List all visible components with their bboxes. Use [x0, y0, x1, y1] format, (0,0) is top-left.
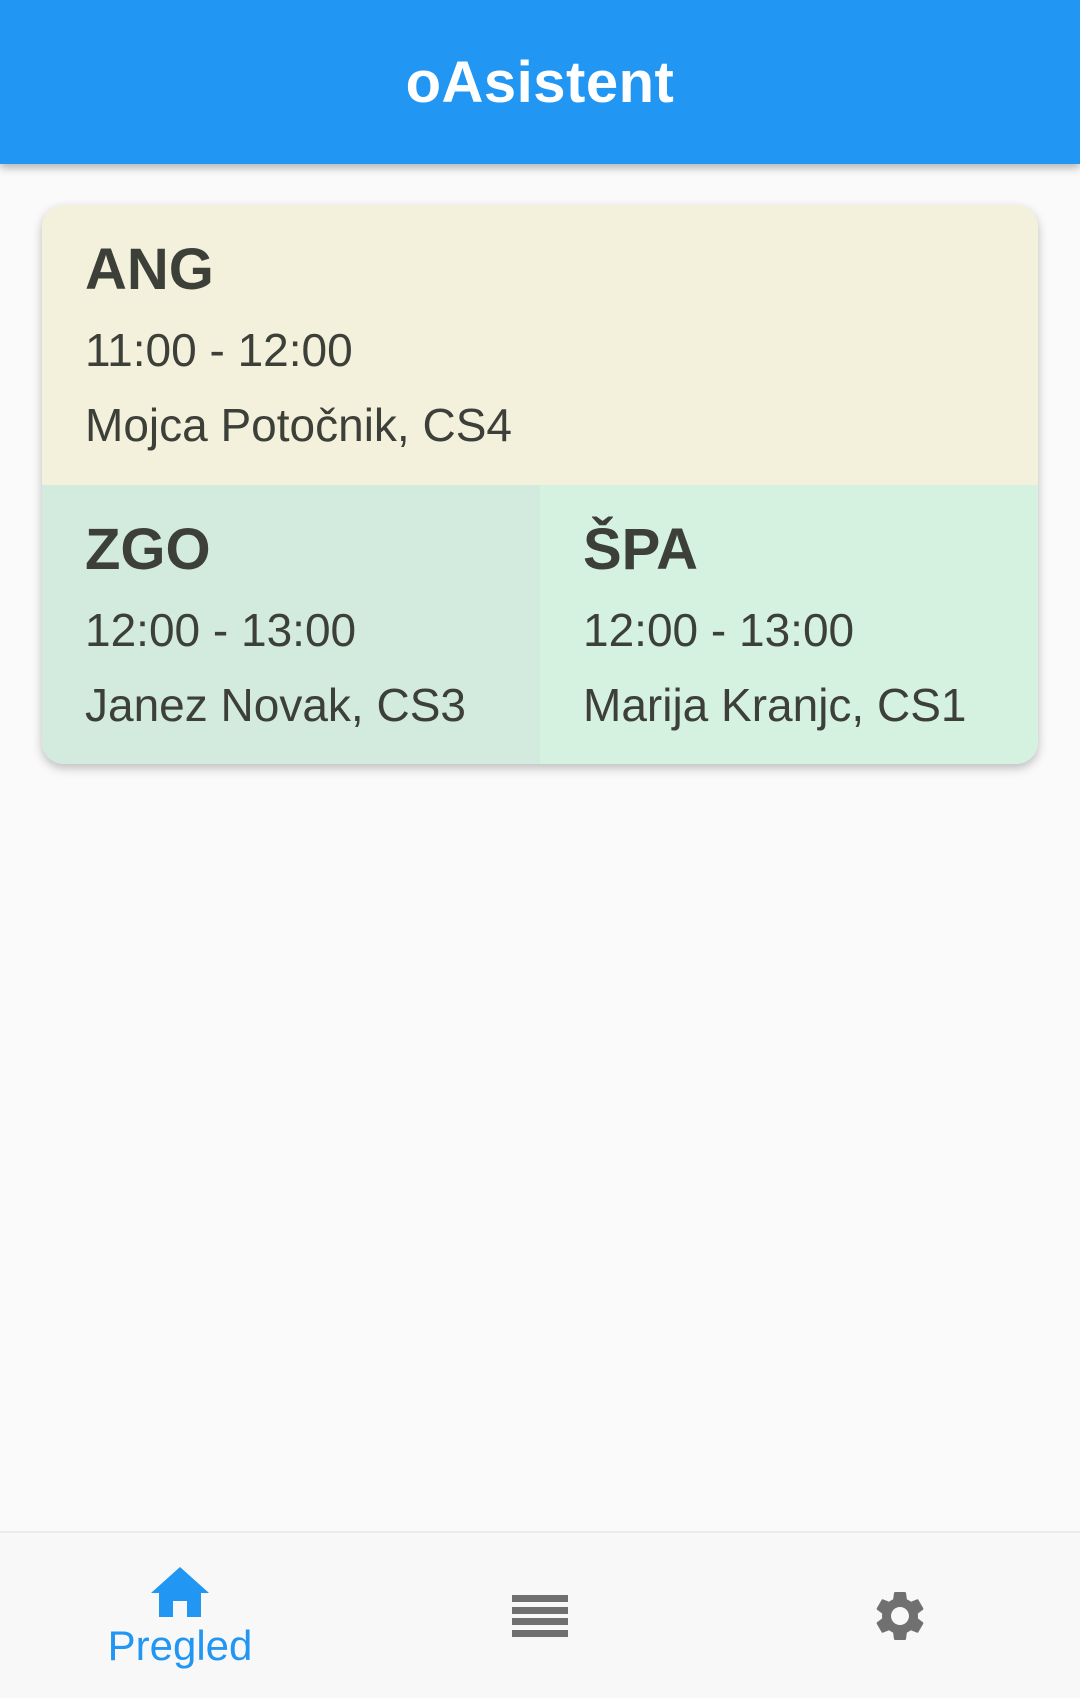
lesson-subject: ŠPA [583, 517, 698, 582]
home-icon [151, 1566, 209, 1617]
nav-item-list[interactable] [360, 1533, 720, 1698]
lesson-teacher-room: Mojca Potočnik, CS4 [85, 399, 512, 451]
lesson-time: 11:00 - 12:00 [85, 324, 353, 376]
lesson-teacher-room: Marija Kranjc, CS1 [583, 679, 967, 731]
bottom-navigation: Pregled [0, 1531, 1080, 1698]
lesson-card-ang[interactable]: ANG 11:00 - 12:00 Mojca Potočnik, CS4 [42, 205, 1038, 485]
lesson-subject: ZGO [85, 517, 211, 582]
nav-label-pregled: Pregled [107, 1621, 253, 1669]
lesson-time: 12:00 - 13:00 [85, 604, 357, 656]
nav-item-pregled[interactable]: Pregled [0, 1533, 360, 1698]
lesson-subject: ANG [85, 237, 214, 302]
gear-icon [876, 1591, 924, 1640]
lesson-card-zgo[interactable]: ZGO 12:00 - 13:00 Janez Novak, CS3 [42, 485, 540, 764]
timetable-card: ANG 11:00 - 12:00 Mojca Potočnik, CS4 ZG… [42, 205, 1038, 764]
list-icon [512, 1594, 568, 1637]
nav-item-settings[interactable] [720, 1533, 1080, 1698]
lesson-teacher-room: Janez Novak, CS3 [85, 679, 466, 731]
lesson-time: 12:00 - 13:00 [583, 604, 855, 656]
app-title: oAsistent [405, 49, 675, 115]
lesson-card-spa[interactable]: ŠPA 12:00 - 13:00 Marija Kranjc, CS1 [540, 485, 1038, 764]
app-bar: oAsistent [0, 0, 1080, 164]
